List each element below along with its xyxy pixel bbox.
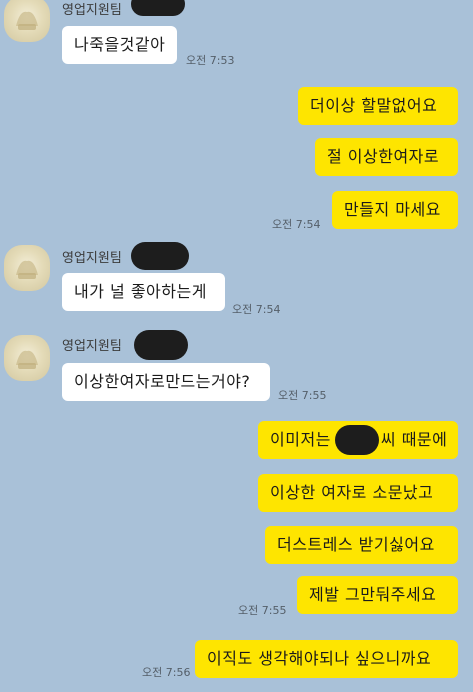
- profile-image-icon: [16, 11, 38, 30]
- redaction-mark: [134, 330, 188, 360]
- sender-avatar[interactable]: [4, 245, 50, 291]
- message-text: 이미저는: [270, 430, 331, 449]
- sender-name: 영업지원팀: [62, 3, 122, 18]
- chat-bubble-outgoing[interactable]: 이직도 생각해야되나 싶으니까요: [195, 640, 458, 678]
- chat-bubble-outgoing[interactable]: 더스트레스 받기싫어요: [265, 526, 458, 564]
- chat-bubble-outgoing[interactable]: 이상한 여자로 소문났고: [258, 474, 458, 512]
- chat-bubble-outgoing[interactable]: 이미저는 씨 때문에: [258, 421, 458, 459]
- sender-name: 영업지원팀: [62, 251, 122, 266]
- chat-bubble-incoming[interactable]: 나죽을것같아: [62, 26, 177, 64]
- message-timestamp: 오전 7:54: [272, 218, 321, 231]
- profile-image-icon: [16, 260, 38, 279]
- chat-bubble-incoming[interactable]: 내가 널 좋아하는게: [62, 273, 225, 311]
- message-timestamp: 오전 7:54: [232, 303, 281, 316]
- chat-bubble-outgoing[interactable]: 제발 그만둬주세요: [297, 576, 458, 614]
- message-timestamp: 오전 7:55: [278, 389, 327, 402]
- chat-bubble-outgoing[interactable]: 더이상 할말없어요: [298, 87, 458, 125]
- sender-avatar[interactable]: [4, 335, 50, 381]
- chat-bubble-outgoing[interactable]: 만들지 마세요: [332, 191, 458, 229]
- profile-image-icon: [16, 350, 38, 369]
- message-timestamp: 오전 7:55: [238, 604, 287, 617]
- redaction-mark: [131, 0, 185, 16]
- chat-bubble-incoming[interactable]: 이상한여자로만드는거야?: [62, 363, 270, 401]
- message-timestamp: 오전 7:56: [142, 666, 191, 679]
- sender-avatar[interactable]: [4, 0, 50, 42]
- sender-name: 영업지원팀: [62, 339, 122, 354]
- message-timestamp: 오전 7:53: [186, 54, 235, 67]
- redaction-mark: [131, 242, 189, 270]
- chat-bubble-outgoing[interactable]: 절 이상한여자로: [315, 138, 458, 176]
- message-text: 씨 때문에: [380, 430, 448, 449]
- redaction-mark: [334, 424, 379, 455]
